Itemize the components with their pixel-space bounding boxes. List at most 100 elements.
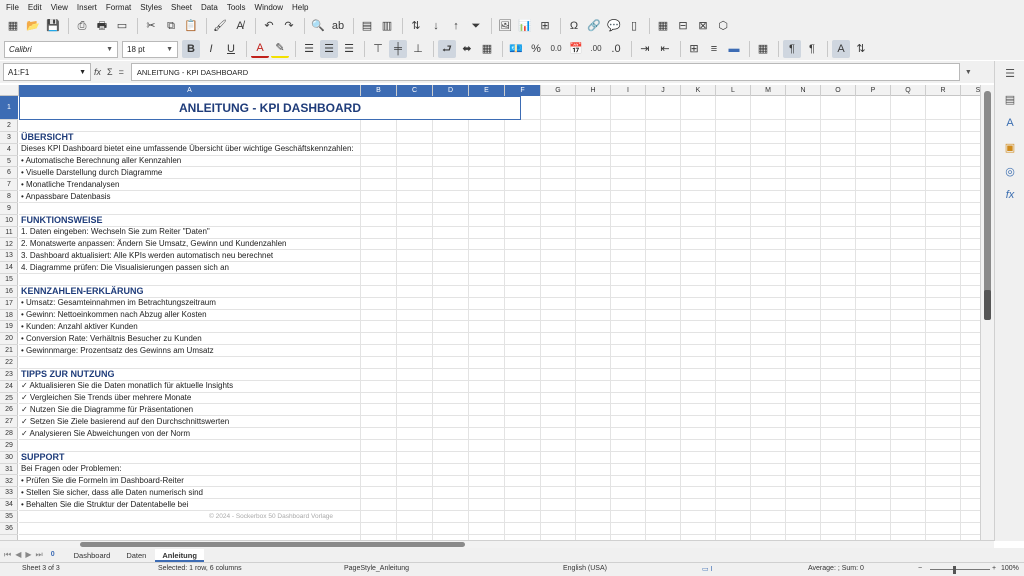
formula-equals-icon[interactable]: =: [119, 67, 124, 77]
zoom-slider-knob[interactable]: [953, 566, 956, 574]
column-header-k[interactable]: K: [681, 85, 716, 96]
text-direction-ltr-icon[interactable]: ¶: [783, 40, 801, 58]
delete-decimal-icon[interactable]: .0: [607, 40, 625, 58]
hyperlink-icon[interactable]: 🔗: [585, 17, 603, 35]
clone-formatting-icon[interactable]: 🖌: [211, 17, 229, 35]
cell-text[interactable]: 2. Monatswerte anpassen: Ändern Sie Umsa…: [21, 238, 287, 250]
properties-icon[interactable]: ▤: [1002, 91, 1018, 107]
cell-text[interactable]: • Prüfen Sie die Formeln im Dashboard-Re…: [21, 475, 184, 487]
comment-icon[interactable]: 💬: [605, 17, 623, 35]
copy-icon[interactable]: ⧉: [162, 17, 180, 35]
cut-icon[interactable]: ✂: [142, 17, 160, 35]
zoom-in-icon[interactable]: +: [992, 565, 996, 572]
cell-text[interactable]: 3. Dashboard aktualisiert: Alle KPIs wer…: [21, 250, 273, 262]
paste-icon[interactable]: 📋: [182, 17, 200, 35]
cell-text[interactable]: ✓ Aktualisieren Sie die Daten monatlich …: [21, 380, 233, 392]
row-header-2[interactable]: 2: [0, 120, 18, 132]
zoom-out-icon[interactable]: −: [918, 565, 922, 572]
sum-icon[interactable]: Σ: [107, 67, 113, 77]
column-header-d[interactable]: D: [433, 85, 469, 96]
row-header-8[interactable]: 8: [0, 191, 18, 203]
section-heading[interactable]: KENNZAHLEN-ERKLÄRUNG: [21, 285, 144, 297]
number-format-button[interactable]: 0.0: [547, 40, 565, 58]
cell-text[interactable]: • Stellen Sie sicher, dass alle Daten nu…: [21, 487, 203, 499]
column-header-p[interactable]: P: [856, 85, 891, 96]
add-decimal-button[interactable]: .00: [587, 40, 605, 58]
section-heading[interactable]: SUPPORT: [21, 451, 65, 463]
cell-text[interactable]: ✓ Setzen Sie Ziele basierend auf den Dur…: [21, 416, 229, 428]
functions-icon[interactable]: fx: [1002, 187, 1018, 203]
column-header-r[interactable]: R: [926, 85, 961, 96]
font-size-combo[interactable]: 18 pt ▼: [122, 40, 178, 58]
merge-center-icon[interactable]: ⬌: [458, 40, 476, 58]
row-header-22[interactable]: 22: [0, 357, 18, 369]
row-header-4[interactable]: 4: [0, 144, 18, 156]
column-header-f[interactable]: F: [505, 85, 541, 96]
row-header-5[interactable]: 5: [0, 156, 18, 168]
align-right-icon[interactable]: ☰: [340, 40, 358, 58]
split-window-icon[interactable]: ⊠: [694, 17, 712, 35]
align-bottom-icon[interactable]: ⊥: [409, 40, 427, 58]
currency-format-icon[interactable]: 💶: [507, 40, 525, 58]
selection-mode-icon[interactable]: ▭ I: [702, 565, 713, 573]
column-header-q[interactable]: Q: [891, 85, 926, 96]
show-draw-functions-icon[interactable]: ⬡: [714, 17, 732, 35]
cell-text[interactable]: • Kunden: Anzahl aktiver Kunden: [21, 321, 138, 333]
first-sheet-icon[interactable]: ⏮: [4, 548, 11, 562]
cell-text[interactable]: 4. Diagramme prüfen: Die Visualisierunge…: [21, 262, 229, 274]
row-header-31[interactable]: 31: [0, 464, 18, 476]
gallery-icon[interactable]: ▣: [1002, 139, 1018, 155]
autofilter-icon[interactable]: ⏷: [467, 17, 485, 35]
cell-text[interactable]: • Anpassbare Datenbasis: [21, 191, 111, 203]
row-header-28[interactable]: 28: [0, 428, 18, 440]
cell-text[interactable]: • Gewinnmarge: Prozentsatz des Gewinns a…: [21, 345, 214, 357]
align-left-icon[interactable]: ☰: [300, 40, 318, 58]
column-header-g[interactable]: G: [541, 85, 576, 96]
menu-item-data[interactable]: Data: [201, 3, 218, 12]
cell-text[interactable]: Bei Fragen oder Problemen:: [21, 463, 122, 475]
define-print-area-icon[interactable]: ▦: [654, 17, 672, 35]
row-header-9[interactable]: 9: [0, 203, 18, 215]
section-heading[interactable]: FUNKTIONSWEISE: [21, 214, 103, 226]
menu-item-insert[interactable]: Insert: [77, 3, 97, 12]
horizontal-scrollbar[interactable]: [0, 540, 994, 548]
row-header-1[interactable]: 1: [0, 96, 18, 120]
function-wizard-icon[interactable]: fx: [94, 67, 101, 77]
menu-item-window[interactable]: Window: [255, 3, 283, 12]
name-box[interactable]: A1:F1 ▼: [3, 63, 91, 81]
row-header-25[interactable]: 25: [0, 393, 18, 405]
row-header-29[interactable]: 29: [0, 440, 18, 452]
row-header-19[interactable]: 19: [0, 321, 18, 334]
column-header-i[interactable]: I: [611, 85, 646, 96]
row-header-17[interactable]: 17: [0, 298, 18, 310]
sheet-tab-dashboard[interactable]: Dashboard: [67, 549, 118, 562]
spreadsheet-grid[interactable]: ABCDEFGHIJKLMNOPQRS 1 2 3 4 5 6 7 8 9 10 11 12 13 14 1…: [0, 85, 980, 540]
underline-button[interactable]: U: [222, 40, 240, 58]
new-document-icon[interactable]: ▦: [4, 17, 22, 35]
image-icon[interactable]: 🖼: [496, 17, 514, 35]
text-direction-rtl-icon[interactable]: ¶: [803, 40, 821, 58]
cell-text[interactable]: © 2024 - Sockerbox 50 Dashboard Vorlage: [209, 511, 333, 523]
styles-icon[interactable]: A: [1002, 115, 1018, 131]
row-header-30[interactable]: 30: [0, 452, 18, 464]
row-header-15[interactable]: 15: [0, 274, 18, 286]
add-sheet-button[interactable]: 0: [47, 548, 59, 562]
increase-indent-icon[interactable]: ⇥: [636, 40, 654, 58]
sort-ascending-icon[interactable]: ↓: [427, 17, 445, 35]
align-middle-icon[interactable]: ╪: [389, 40, 407, 58]
row-header-7[interactable]: 7: [0, 179, 18, 192]
language[interactable]: English (USA): [563, 565, 607, 572]
navigator-icon[interactable]: ◎: [1002, 163, 1018, 179]
row-header-23[interactable]: 23: [0, 369, 18, 381]
menu-icon[interactable]: ☰: [1002, 65, 1018, 81]
cell-text[interactable]: • Monatliche Trendanalysen: [21, 179, 119, 191]
row-header-18[interactable]: 18: [0, 310, 18, 322]
conditional-format-icon[interactable]: ▦: [754, 40, 772, 58]
clear-formatting-icon[interactable]: A̸: [231, 17, 249, 35]
row-header-35[interactable]: 35: [0, 511, 18, 523]
find-replace-icon[interactable]: 🔍: [309, 17, 327, 35]
page-style[interactable]: PageStyle_Anleitung: [344, 565, 409, 572]
formula-input[interactable]: ANLEITUNG - KPI DASHBOARD: [130, 63, 960, 81]
chart-icon[interactable]: 📊: [516, 17, 534, 35]
cell-text[interactable]: • Automatische Berechnung aller Kennzahl…: [21, 155, 181, 167]
